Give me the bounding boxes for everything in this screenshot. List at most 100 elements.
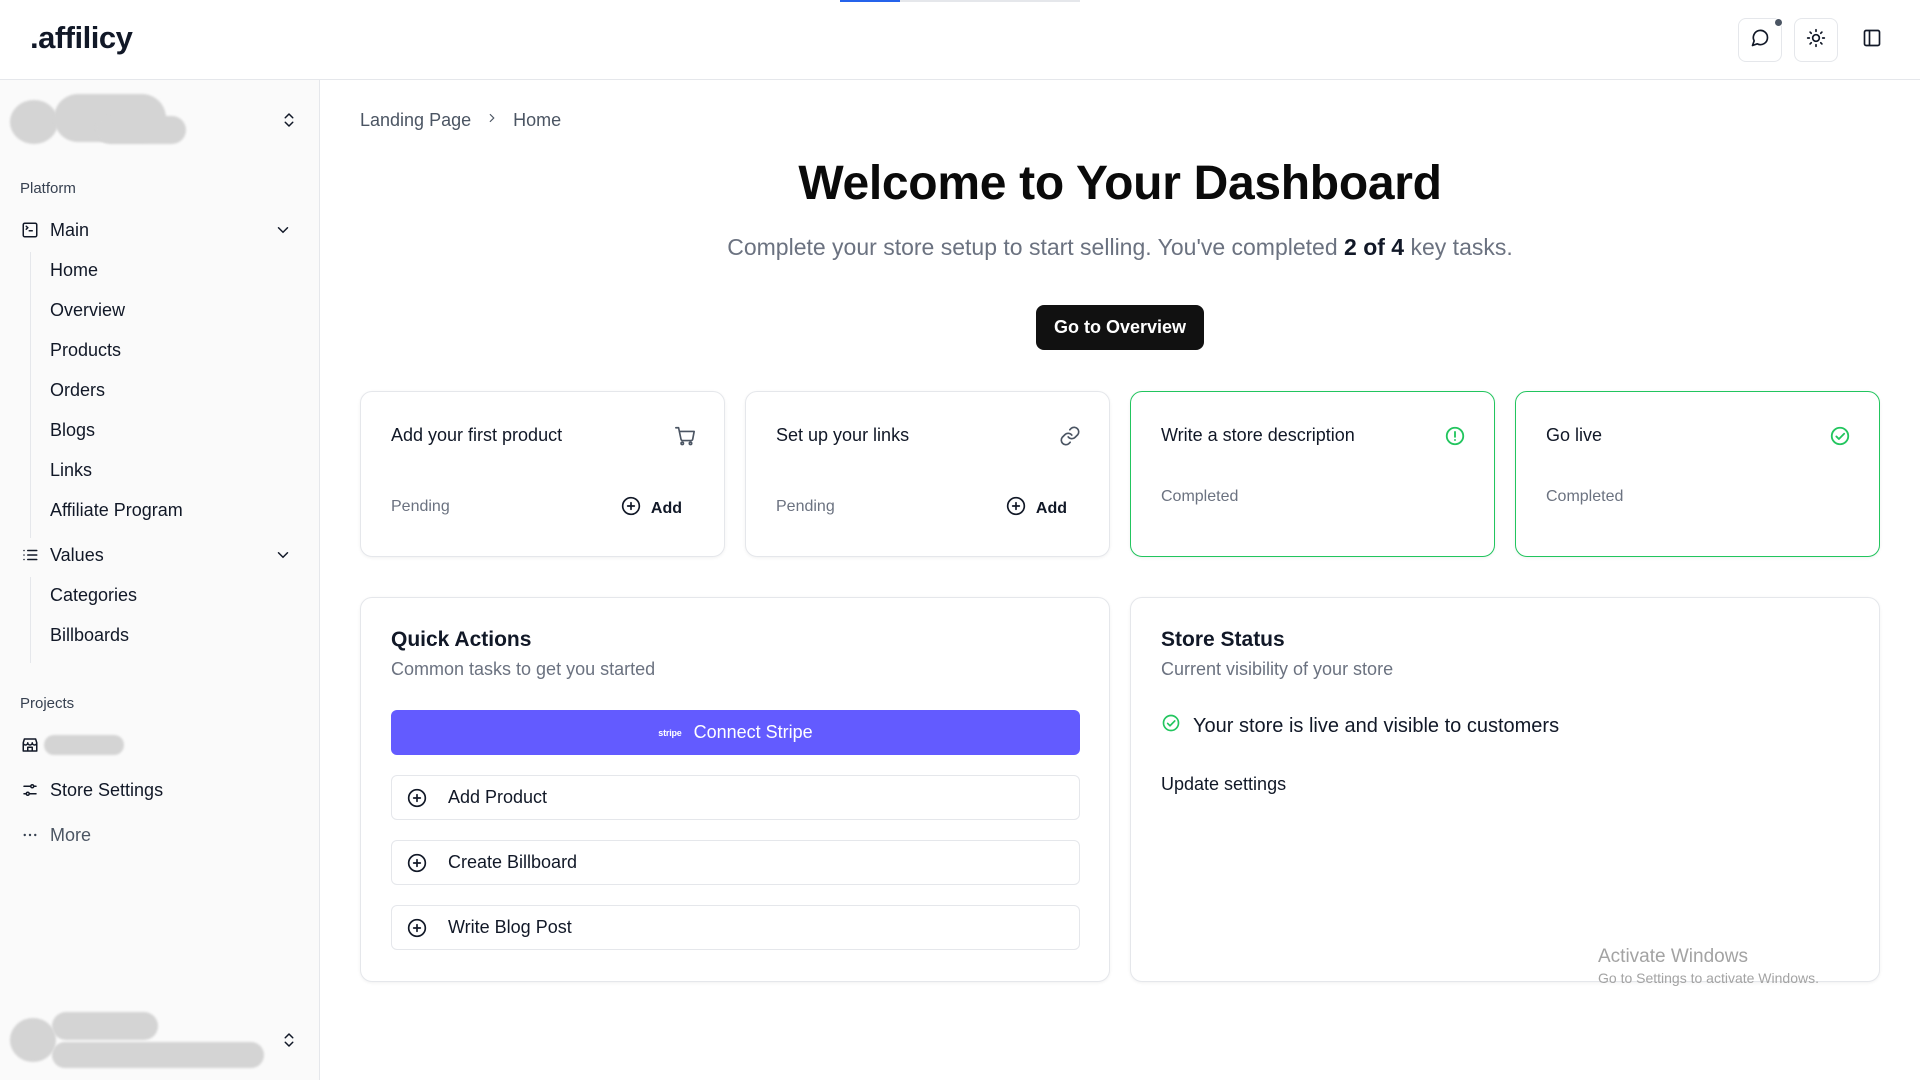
store-settings-label: Store Settings xyxy=(50,779,164,800)
chevron-right-icon xyxy=(485,111,499,130)
panel-title: Store Status xyxy=(1161,628,1285,651)
panel-title: Quick Actions xyxy=(391,628,532,651)
more-horizontal-icon xyxy=(20,825,40,845)
create-billboard-button[interactable]: Create Billboard xyxy=(391,840,1080,885)
sidebar-toggle-icon xyxy=(1862,28,1882,53)
plus-circle-icon xyxy=(406,917,428,939)
user-email-redacted xyxy=(52,1042,264,1068)
top-bar: .affilicy xyxy=(0,0,1920,80)
sidebar-item-categories[interactable]: Categories xyxy=(50,577,137,613)
sidebar-group-main[interactable]: Main xyxy=(20,212,300,248)
theme-toggle-button[interactable] xyxy=(1794,18,1838,62)
loading-progress-track xyxy=(840,0,1080,2)
section-label-projects: Projects xyxy=(20,695,75,712)
task-card-add-product: Add your first product Pending Add xyxy=(360,391,725,557)
cart-icon xyxy=(674,425,696,447)
task-card-setup-links: Set up your links Pending Add xyxy=(745,391,1110,557)
sidebar-item-billboards[interactable]: Billboards xyxy=(50,617,129,653)
task-status: Completed xyxy=(1546,488,1624,505)
chevron-down-icon xyxy=(274,546,292,569)
windows-activation-watermark: Activate Windows Go to Settings to activ… xyxy=(1598,946,1819,986)
panel-subtitle: Common tasks to get you started xyxy=(391,659,656,679)
stripe-logo: stripe xyxy=(658,727,682,738)
chevrons-up-down-icon xyxy=(280,1030,298,1055)
loading-progress-fill xyxy=(840,0,900,2)
plus-circle-icon xyxy=(406,852,428,874)
page-subtitle: Complete your store setup to start selli… xyxy=(360,234,1880,261)
square-terminal-icon xyxy=(20,220,40,240)
go-to-overview-button[interactable]: Go to Overview xyxy=(1036,305,1204,350)
sidebar-item-links[interactable]: Links xyxy=(50,452,92,488)
sidebar-item-store-settings[interactable]: Store Settings xyxy=(20,772,300,808)
submenu-guide-line xyxy=(30,577,31,663)
add-product-label: Add Product xyxy=(448,787,548,807)
task-status: Pending xyxy=(391,498,450,515)
user-avatar xyxy=(10,1018,56,1062)
watermark-title: Activate Windows xyxy=(1598,946,1748,967)
task-title: Set up your links xyxy=(776,425,910,445)
messages-button[interactable] xyxy=(1738,18,1783,62)
user-menu[interactable] xyxy=(0,1000,320,1080)
task-title: Add your first product xyxy=(391,425,563,445)
top-bar-actions xyxy=(1738,18,1894,62)
breadcrumb: Landing Page Home xyxy=(360,110,561,131)
sidebar-group-label: Values xyxy=(50,544,104,565)
sidebar-item-home[interactable]: Home xyxy=(50,252,98,288)
notification-dot xyxy=(1774,18,1783,27)
team-switcher[interactable] xyxy=(0,80,320,160)
task-card-go-live: Go live Completed xyxy=(1515,391,1880,557)
panel-subtitle: Current visibility of your store xyxy=(1161,659,1394,679)
sidebar-group-label: Main xyxy=(50,219,90,240)
sidebar-item-store[interactable] xyxy=(20,727,300,763)
user-name-redacted xyxy=(52,1012,158,1040)
task-add-label: Add xyxy=(650,499,682,517)
check-circle-icon xyxy=(1829,425,1851,447)
task-status: Pending xyxy=(776,498,835,515)
update-settings-link[interactable]: Update settings xyxy=(1161,774,1286,795)
more-label: More xyxy=(50,824,92,845)
app-logo[interactable]: .affilicy xyxy=(30,20,133,56)
sidebar-item-products[interactable]: Products xyxy=(50,332,121,368)
team-avatar xyxy=(10,100,58,144)
chevrons-up-down-icon xyxy=(280,110,298,135)
store-live-status: Your store is live and visible to custom… xyxy=(1161,713,1559,739)
quick-actions-panel: Quick Actions Common tasks to get you st… xyxy=(360,597,1110,982)
sidebar-item-affiliate-program[interactable]: Affiliate Program xyxy=(50,492,183,528)
connect-stripe-label: Connect Stripe xyxy=(693,722,813,742)
write-blog-post-label: Write Blog Post xyxy=(448,917,572,937)
sidebar-item-orders[interactable]: Orders xyxy=(50,372,105,408)
chevron-down-icon xyxy=(274,221,292,244)
add-product-button[interactable]: Add Product xyxy=(391,775,1080,820)
task-title: Go live xyxy=(1546,425,1603,445)
task-add-button[interactable]: Add xyxy=(621,496,682,521)
store-live-text: Your store is live and visible to custom… xyxy=(1193,714,1560,737)
write-blog-post-button[interactable]: Write Blog Post xyxy=(391,905,1080,950)
task-card-store-description: Write a store description Completed xyxy=(1130,391,1495,557)
store-icon xyxy=(20,735,40,755)
sidebar-item-more[interactable]: More xyxy=(20,817,300,853)
sidebar-item-blogs[interactable]: Blogs xyxy=(50,412,95,448)
sidebar-toggle-button[interactable] xyxy=(1850,18,1894,62)
subtitle-prefix: Complete your store setup to start selli… xyxy=(727,234,1345,260)
breadcrumb-current: Home xyxy=(513,110,562,130)
task-add-button[interactable]: Add xyxy=(1006,496,1067,521)
create-billboard-label: Create Billboard xyxy=(448,852,578,872)
settings-sliders-icon xyxy=(20,780,40,800)
connect-stripe-button[interactable]: stripe Connect Stripe xyxy=(391,710,1080,755)
plus-circle-icon xyxy=(621,496,641,521)
sidebar-group-values[interactable]: Values xyxy=(20,537,300,573)
team-plan-redacted xyxy=(96,116,186,144)
subtitle-suffix: key tasks. xyxy=(1404,234,1513,260)
task-title: Write a store description xyxy=(1161,425,1355,445)
sidebar: Platform Main Home Overview Products Ord… xyxy=(0,80,320,1080)
task-add-label: Add xyxy=(1035,499,1067,517)
breadcrumb-parent-link[interactable]: Landing Page xyxy=(360,110,471,131)
sidebar-item-overview[interactable]: Overview xyxy=(50,292,125,328)
list-icon xyxy=(20,545,40,565)
page-title: Welcome to Your Dashboard xyxy=(798,157,1442,210)
submenu-guide-line xyxy=(30,252,31,538)
watermark-subtitle: Go to Settings to activate Windows. xyxy=(1598,970,1819,986)
store-status-panel: Store Status Current visibility of your … xyxy=(1130,597,1880,982)
message-icon xyxy=(1750,28,1770,53)
check-circle-icon xyxy=(1161,713,1181,739)
